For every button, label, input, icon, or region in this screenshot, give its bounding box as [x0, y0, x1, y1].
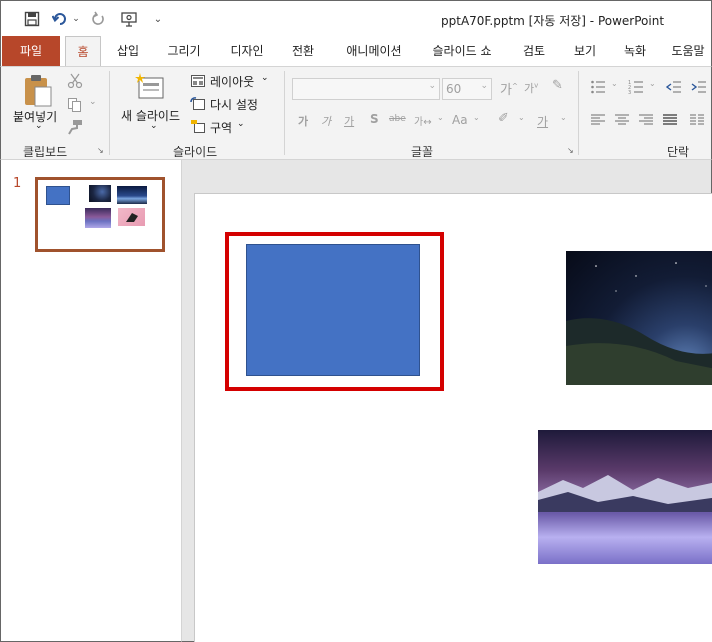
thumb-blue-horizon-photo	[117, 186, 147, 204]
section-dropdown-icon[interactable]: ⌄	[237, 119, 245, 129]
tab-file[interactable]: 파일	[2, 36, 60, 66]
customize-icon[interactable]: ⌄	[151, 10, 165, 28]
tab-insert[interactable]: 삽입	[106, 36, 150, 66]
redo-icon[interactable]	[89, 10, 107, 28]
paragraph-group-label: 단락	[667, 145, 690, 159]
group-divider	[284, 71, 285, 155]
ribbon: 붙여넣기 ⌄ ⌄ 클립보드 ↘ 새 슬라이드 ⌄ 레이아웃 ⌄ 다시 설정 구역…	[0, 66, 712, 160]
svg-text:3: 3	[628, 90, 631, 95]
chevron-down-icon[interactable]: ⌄	[560, 113, 567, 122]
undo-dropdown-icon[interactable]: ⌄	[71, 10, 81, 28]
undo-icon[interactable]	[51, 10, 69, 28]
font-name-select[interactable]: ⌄	[292, 78, 440, 100]
mountain-lake-photo[interactable]	[538, 430, 712, 564]
tab-home[interactable]: 홈	[65, 36, 101, 67]
thumb-pink-piano-photo	[118, 208, 145, 226]
chevron-down-icon[interactable]: ⌄	[649, 79, 656, 88]
decrease-indent-icon[interactable]	[665, 79, 682, 95]
align-center-icon[interactable]	[614, 112, 630, 128]
new-slide-icon[interactable]	[135, 72, 165, 102]
shadow-icon[interactable]: S	[370, 112, 379, 126]
selection-highlight-box	[225, 232, 444, 391]
numbering-icon[interactable]: 123	[628, 79, 644, 96]
chevron-down-icon[interactable]: ⌄	[473, 113, 480, 122]
chevron-down-icon: ⌄	[428, 81, 436, 91]
font-color-icon[interactable]: 가	[537, 113, 548, 130]
tab-help[interactable]: 도움말	[665, 36, 711, 66]
tab-design[interactable]: 디자인	[221, 36, 273, 66]
bold-icon[interactable]: 가	[298, 113, 308, 129]
change-case-icon[interactable]: Aa	[452, 113, 468, 127]
tab-draw[interactable]: 그리기	[159, 36, 209, 66]
format-painter-icon[interactable]	[67, 119, 83, 135]
slide-thumbnail-pane: 1	[0, 160, 182, 642]
section-icon[interactable]	[190, 119, 206, 135]
section-button[interactable]: 구역	[210, 119, 232, 136]
tab-record[interactable]: 녹화	[615, 36, 655, 66]
tab-transitions[interactable]: 전환	[283, 36, 323, 66]
align-left-icon[interactable]	[590, 112, 606, 128]
font-size-select[interactable]: 60 ⌄	[442, 78, 492, 100]
character-spacing-icon[interactable]: 가↔	[414, 113, 432, 128]
clipboard-launcher-icon[interactable]: ↘	[97, 146, 104, 155]
tab-slideshow[interactable]: 슬라이드 쇼	[423, 36, 501, 66]
columns-icon[interactable]	[689, 112, 705, 128]
tab-animations[interactable]: 애니메이션	[336, 36, 412, 66]
strikethrough-icon[interactable]: abe	[389, 114, 406, 124]
slides-group-label: 슬라이드	[173, 145, 218, 159]
layout-icon[interactable]	[190, 73, 206, 89]
bullets-icon[interactable]	[590, 79, 606, 95]
tab-review[interactable]: 검토	[514, 36, 554, 66]
chevron-down-icon: ⌄	[480, 81, 488, 91]
paste-icon[interactable]	[23, 73, 53, 107]
copy-icon[interactable]	[67, 97, 83, 113]
reset-icon[interactable]	[190, 96, 206, 112]
tab-view[interactable]: 보기	[565, 36, 605, 66]
font-size-value: 60	[446, 82, 462, 96]
thumb-blue-rectangle	[46, 186, 70, 205]
increase-indent-icon[interactable]	[691, 79, 707, 95]
underline-icon[interactable]: 가	[344, 113, 354, 129]
clear-formatting-icon[interactable]: ✎	[552, 78, 563, 93]
chevron-down-icon[interactable]: ⌄	[518, 113, 525, 122]
chevron-down-icon[interactable]: ⌄	[611, 79, 618, 88]
align-right-icon[interactable]	[638, 112, 654, 128]
present-icon[interactable]	[119, 10, 141, 28]
ribbon-tabs: 파일 홈 삽입 그리기 디자인 전환 애니메이션 슬라이드 쇼 검토 보기 녹화…	[0, 36, 712, 67]
night-sky-photo[interactable]	[566, 251, 712, 385]
save-icon[interactable]	[23, 10, 41, 28]
slide-number: 1	[13, 176, 22, 191]
slide-canvas[interactable]	[194, 193, 712, 642]
layout-button[interactable]: 레이아웃	[210, 73, 254, 90]
italic-icon[interactable]: 가	[321, 113, 331, 129]
group-divider	[109, 71, 110, 155]
clipboard-group-label: 클립보드	[23, 145, 68, 159]
paste-dropdown-icon[interactable]: ⌄	[35, 121, 43, 131]
justify-icon[interactable]	[662, 112, 678, 128]
thumb-mountain-lake-photo	[85, 208, 111, 228]
chevron-down-icon[interactable]: ⌄	[437, 113, 444, 122]
increase-font-size-icon[interactable]: 가^	[500, 79, 518, 98]
decrease-font-size-icon[interactable]: 가v	[524, 80, 538, 96]
window-title: pptA70F.pptm [자동 저장] - PowerPoint	[441, 14, 665, 28]
new-slide-dropdown-icon[interactable]: ⌄	[150, 121, 158, 131]
cut-icon[interactable]	[67, 73, 83, 89]
thumb-night-sky-photo	[89, 185, 111, 202]
font-group-label: 글꼴	[411, 145, 434, 159]
title-bar: ⌄ ⌄ pptA70F.pptm [자동 저장] - PowerPoint	[0, 0, 712, 36]
font-launcher-icon[interactable]: ↘	[567, 146, 574, 155]
copy-dropdown-icon[interactable]: ⌄	[89, 97, 97, 107]
slide-thumbnail[interactable]	[35, 177, 165, 252]
layout-dropdown-icon[interactable]: ⌄	[261, 73, 269, 83]
highlight-icon[interactable]: ✐	[498, 111, 509, 126]
slide-editing-area	[182, 160, 712, 642]
group-divider	[578, 71, 579, 155]
reset-button[interactable]: 다시 설정	[210, 96, 258, 113]
